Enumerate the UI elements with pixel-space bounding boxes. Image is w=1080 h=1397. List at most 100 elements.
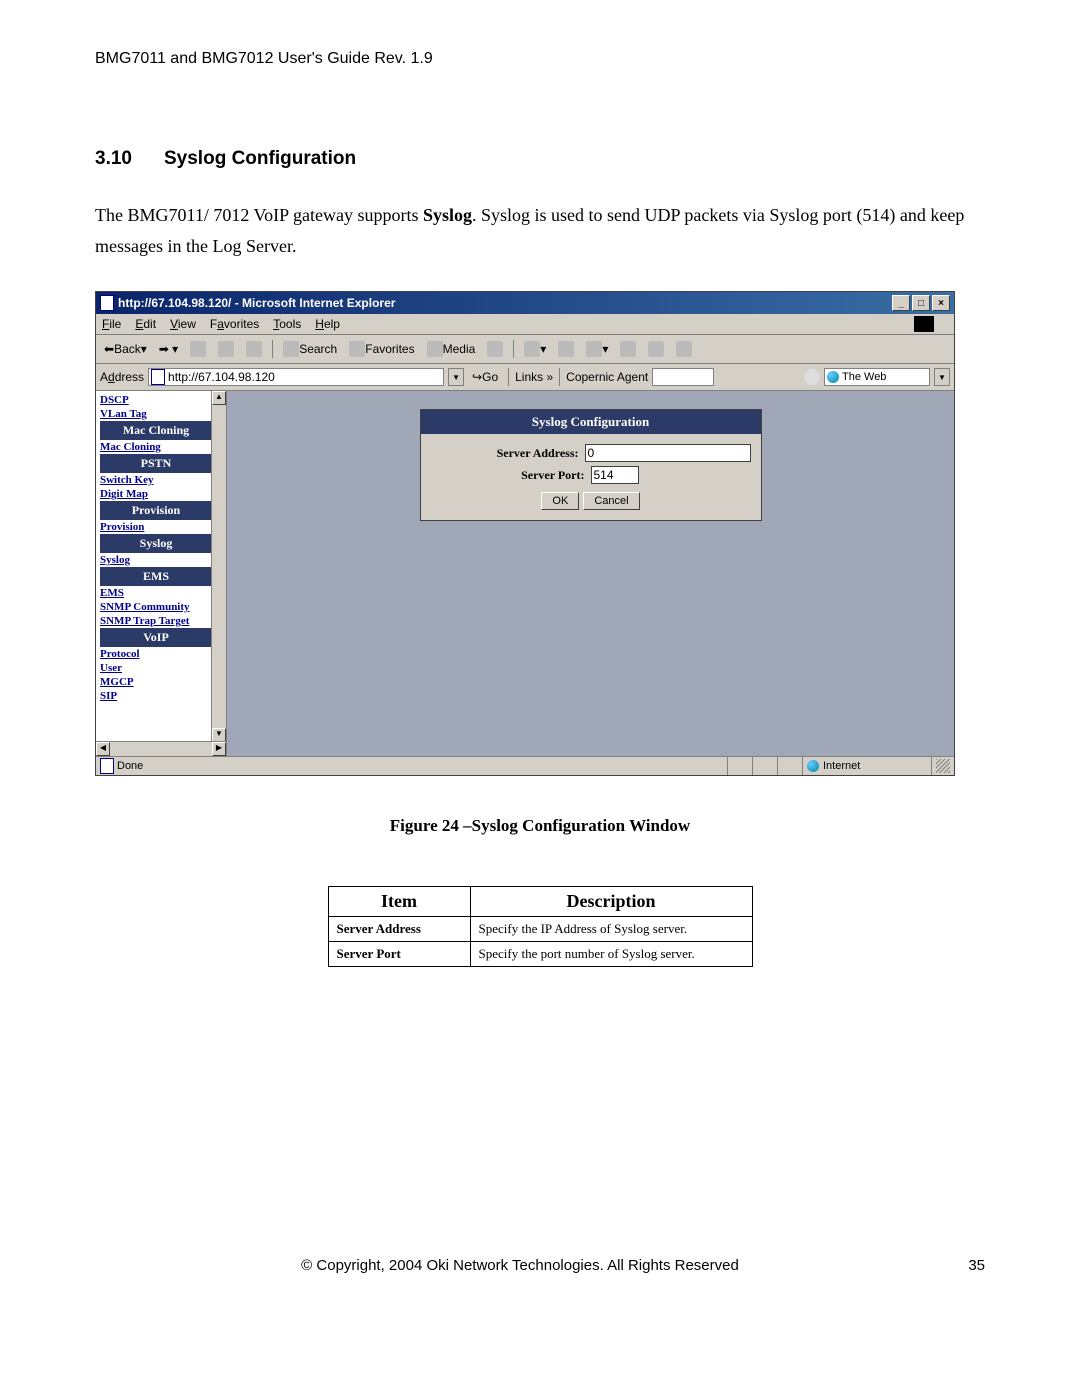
discuss-icon <box>620 341 636 357</box>
go-button[interactable]: ↪ Go <box>468 368 502 386</box>
p1b: Syslog <box>423 205 472 225</box>
sidebar-head-syslog: Syslog <box>100 534 212 553</box>
print-button[interactable] <box>554 339 578 359</box>
table-header-desc: Description <box>470 887 752 917</box>
search-label: Search <box>299 342 337 356</box>
forward-button[interactable]: ➡ ▾ <box>155 340 182 358</box>
sidebar-item-digitmap[interactable]: Digit Map <box>100 487 212 501</box>
resize-grip-icon[interactable] <box>936 759 950 773</box>
scroll-right-icon[interactable]: ▶ <box>212 742 226 756</box>
ok-button[interactable]: OK <box>541 492 579 510</box>
back-button[interactable]: ⬅ Back ▾ <box>100 340 151 358</box>
refresh-button[interactable] <box>214 339 238 359</box>
search-icon <box>283 341 299 357</box>
sidebar-vscroll[interactable]: ▲ ▼ <box>211 391 226 742</box>
section-title: Syslog Configuration <box>164 148 356 169</box>
discuss-button[interactable] <box>616 339 640 359</box>
table-desc-1: Specify the port number of Syslog server… <box>470 942 752 967</box>
config-title: Syslog Configuration <box>421 410 761 434</box>
page-icon <box>151 369 165 385</box>
sidebar-item-maccloning[interactable]: Mac Cloning <box>100 440 212 454</box>
media-label: Media <box>443 342 476 356</box>
sidebar-item-mgcp[interactable]: MGCP <box>100 675 212 689</box>
sidebar-head-provision: Provision <box>100 501 212 520</box>
menu-view[interactable]: View <box>170 317 196 331</box>
scroll-up-icon[interactable]: ▲ <box>212 391 226 405</box>
sidebar-head-voip: VoIP <box>100 628 212 647</box>
address-label: Address <box>100 370 144 384</box>
menubar: File Edit View Favorites Tools Help <box>96 314 954 335</box>
statusbar: Done Internet <box>96 756 954 775</box>
browser-window: http://67.104.98.120/ - Microsoft Intern… <box>95 291 955 776</box>
scroll-down-icon[interactable]: ▼ <box>212 728 226 742</box>
sidebar-item-ems[interactable]: EMS <box>100 586 212 600</box>
messenger-button[interactable] <box>644 339 668 359</box>
search-glass-icon[interactable] <box>804 369 820 385</box>
p1a: The BMG7011/ 7012 VoIP gateway supports <box>95 205 423 225</box>
theweb-label: The Web <box>842 371 886 383</box>
ie-throbber-icon <box>914 316 934 332</box>
table-desc-0: Specify the IP Address of Syslog server. <box>470 917 752 942</box>
sidebar-item-vlan[interactable]: VLan Tag <box>100 407 212 421</box>
figure-caption: Figure 24 –Syslog Configuration Window <box>95 816 985 836</box>
extra-button[interactable] <box>672 339 696 359</box>
sidebar-item-provision[interactable]: Provision <box>100 520 212 534</box>
sidebar-item-snmptrap[interactable]: SNMP Trap Target <box>100 614 212 628</box>
sidebar-hscroll[interactable]: ◀ ▶ <box>96 741 226 756</box>
sidebar-item-user[interactable]: User <box>100 661 212 675</box>
table-row: Server Address Specify the IP Address of… <box>328 917 752 942</box>
close-button[interactable]: × <box>932 295 950 311</box>
copyright: © Copyright, 2004 Oki Network Technologi… <box>95 1257 945 1274</box>
table-row: Server Port Specify the port number of S… <box>328 942 752 967</box>
home-button[interactable] <box>242 339 266 359</box>
page-number: 35 <box>945 1257 985 1274</box>
media-button[interactable]: Media <box>423 339 480 359</box>
refresh-icon <box>218 341 234 357</box>
status-done: Done <box>117 760 143 772</box>
sidebar-item-protocol[interactable]: Protocol <box>100 647 212 661</box>
sidebar-item-switchkey[interactable]: Switch Key <box>100 473 212 487</box>
menu-edit[interactable]: Edit <box>135 317 156 331</box>
favorites-button[interactable]: Favorites <box>345 339 418 359</box>
menu-help[interactable]: Help <box>315 317 340 331</box>
cancel-button[interactable]: Cancel <box>583 492 639 510</box>
search-button[interactable]: Search <box>279 339 341 359</box>
table-header-item: Item <box>328 887 470 917</box>
copernic-label: Copernic Agent <box>566 370 648 384</box>
sidebar: DSCP VLan Tag Mac Cloning Mac Cloning PS… <box>96 391 227 756</box>
stop-button[interactable] <box>186 339 210 359</box>
sidebar-item-dscp[interactable]: DSCP <box>100 393 212 407</box>
history-button[interactable] <box>483 339 507 359</box>
menu-favorites[interactable]: Favorites <box>210 317 259 331</box>
config-box: Syslog Configuration Server Address: Ser… <box>420 409 762 521</box>
sidebar-item-sip[interactable]: SIP <box>100 689 212 703</box>
server-port-input[interactable] <box>591 466 639 484</box>
mail-button[interactable]: ▾ <box>520 339 550 359</box>
footer: © Copyright, 2004 Oki Network Technologi… <box>95 1257 985 1274</box>
server-address-input[interactable] <box>585 444 751 462</box>
sidebar-item-snmpcomm[interactable]: SNMP Community <box>100 600 212 614</box>
theweb-select[interactable]: The Web <box>824 368 930 386</box>
minimize-button[interactable]: _ <box>892 295 910 311</box>
scroll-left-icon[interactable]: ◀ <box>96 742 110 756</box>
table-item-0: Server Address <box>328 917 470 942</box>
sidebar-item-syslog[interactable]: Syslog <box>100 553 212 567</box>
go-label: Go <box>482 370 498 384</box>
url-dropdown[interactable]: ▼ <box>448 368 464 386</box>
star-icon <box>349 341 365 357</box>
links-label[interactable]: Links » <box>515 370 553 384</box>
window-title: http://67.104.98.120/ - Microsoft Intern… <box>118 296 395 310</box>
main-panel: Syslog Configuration Server Address: Ser… <box>227 391 954 756</box>
history-icon <box>487 341 503 357</box>
url-input[interactable]: http://67.104.98.120 <box>148 368 444 386</box>
maximize-button[interactable]: □ <box>912 295 930 311</box>
server-port-label: Server Port: <box>521 468 584 483</box>
server-address-label: Server Address: <box>497 446 579 461</box>
menu-file[interactable]: File <box>102 317 121 331</box>
extra-icon <box>676 341 692 357</box>
theweb-dropdown[interactable]: ▼ <box>934 368 950 386</box>
menu-tools[interactable]: Tools <box>273 317 301 331</box>
copernic-input[interactable] <box>652 368 714 386</box>
ie-page-icon <box>100 296 114 310</box>
edit-button[interactable]: ▾ <box>582 339 612 359</box>
